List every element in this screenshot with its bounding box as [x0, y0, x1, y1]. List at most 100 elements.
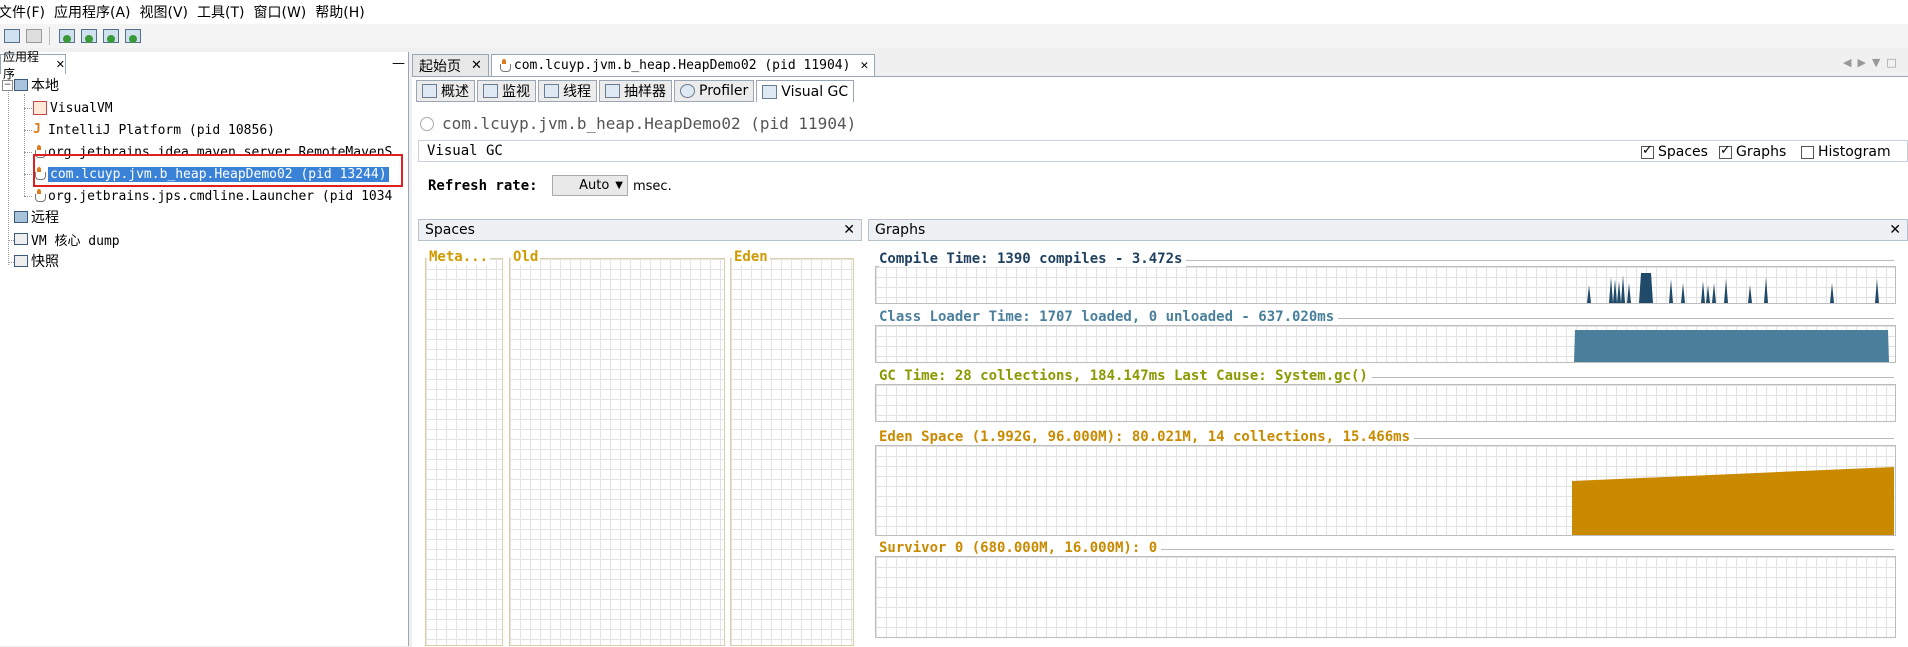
checkbox-box[interactable]: [1801, 145, 1814, 159]
graphs-panel-header: Graphs ✕: [868, 219, 1908, 241]
spaces-panel-header: Spaces ✕: [418, 219, 862, 241]
view-tabs: 概述 监视 线程 抽样器 Profiler Visual GC: [416, 80, 856, 102]
tree-guide: [8, 90, 9, 265]
class-loader-plot: [1574, 330, 1889, 362]
spaces-checkbox[interactable]: Spaces: [1641, 143, 1708, 160]
eden-usage-area: [1572, 467, 1894, 535]
class-loader-graph: [875, 325, 1896, 363]
histogram-checkbox[interactable]: Histogram: [1801, 144, 1891, 160]
refresh-rate-select[interactable]: Auto ▼: [552, 175, 628, 196]
tab-label: 线程: [563, 84, 591, 100]
monitor-icon: [483, 84, 498, 98]
snapshot-icon: [14, 255, 28, 267]
menu-application[interactable]: 应用程序(A): [54, 2, 140, 22]
spaces-panel-title: Spaces: [425, 222, 475, 238]
overview-icon: [422, 84, 437, 98]
close-icon[interactable]: ✕: [471, 58, 482, 73]
tab-monitor[interactable]: 监视: [477, 80, 536, 102]
menu-bar: 文件(F) 应用程序(A) 视图(V) 工具(T) 窗口(W) 帮助(H): [0, 0, 1908, 24]
gc-time-graph: [875, 384, 1896, 422]
menu-help[interactable]: 帮助(H): [315, 2, 373, 22]
tree-node-snapshots[interactable]: 快照: [14, 251, 59, 271]
eden-space-plot: [1572, 467, 1894, 535]
tab-threads[interactable]: 线程: [538, 80, 597, 102]
tab-start-page[interactable]: 起始页 ✕: [412, 54, 489, 76]
chevron-down-icon: ▼: [615, 180, 623, 191]
toolbar: [0, 24, 1908, 48]
graphs-checkbox[interactable]: Graphs: [1719, 143, 1787, 160]
class-loader-area: [1574, 330, 1889, 362]
tree-node-remote[interactable]: 远程: [14, 207, 59, 227]
visualvm-icon: [33, 101, 47, 115]
thread-dump-icon[interactable]: [101, 27, 119, 45]
collapse-local-icon[interactable]: −: [2, 80, 13, 91]
menu-window[interactable]: 窗口(W): [254, 2, 316, 22]
menu-file[interactable]: 文件(F): [0, 2, 54, 22]
core-dump-icon: [14, 233, 28, 245]
process-status-icon: [420, 116, 434, 131]
tab-overview[interactable]: 概述: [416, 80, 475, 102]
tab-sampler[interactable]: 抽样器: [599, 80, 672, 102]
eden-space-graph: [875, 445, 1896, 536]
tree-guide: [24, 94, 25, 196]
space-metaspace: [425, 258, 503, 646]
class-loader-title: Class Loader Time: 1707 loaded, 0 unload…: [879, 309, 1339, 325]
tree-label-selected: com.lcuyp.jvm.b_heap.HeapDemo02 (pid 132…: [48, 166, 389, 182]
compile-spikes: [1587, 273, 1879, 303]
close-icon[interactable]: ✕: [843, 222, 855, 238]
compile-time-title: Compile Time: 1390 compiles - 3.472s: [879, 251, 1187, 267]
tree-node-visualvm[interactable]: VisualVM: [33, 98, 113, 118]
tab-visual-gc[interactable]: Visual GC: [756, 80, 855, 102]
tab-label: Profiler: [699, 83, 749, 99]
tab-label: 抽样器: [624, 84, 666, 100]
process-title: com.lcuyp.jvm.b_heap.HeapDemo02 (pid 119…: [420, 114, 856, 133]
snapshot-icon[interactable]: [123, 27, 141, 45]
tree-node-local[interactable]: 本地: [14, 75, 59, 95]
minimize-icon[interactable]: —: [392, 56, 405, 71]
menu-tools[interactable]: 工具(T): [197, 2, 253, 22]
compile-time-plot: [1587, 273, 1879, 303]
space-label: Meta...: [427, 249, 491, 265]
tab-navigation-icons[interactable]: ◀▶▼□: [1843, 56, 1903, 69]
space-old: [509, 258, 725, 646]
checkbox-box[interactable]: [1641, 143, 1654, 159]
checkbox-label: Spaces: [1658, 144, 1708, 160]
open-snapshot-icon[interactable]: [2, 27, 20, 45]
heap-dump-icon[interactable]: [79, 27, 97, 45]
survivor0-title: Survivor 0 (680.000M, 16.000M): 0: [879, 540, 1162, 556]
tree-node-intellij[interactable]: J IntelliJ Platform (pid 10856): [33, 120, 275, 140]
tab-label: 概述: [441, 84, 469, 100]
close-icon[interactable]: ✕: [56, 58, 65, 71]
sampler-icon: [605, 84, 620, 98]
add-jmx-connection-icon[interactable]: [57, 27, 75, 45]
tab-label: 监视: [502, 84, 530, 100]
visual-gc-icon: [762, 84, 778, 99]
checkbox-box[interactable]: [1719, 143, 1732, 159]
tree-label: VM 核心 dump: [31, 233, 120, 249]
tree-guide: [24, 152, 32, 153]
space-label: Eden: [732, 249, 770, 265]
toolbar-separator: [49, 27, 50, 45]
checkbox-label: Graphs: [1736, 144, 1787, 160]
tree-node-vm-dump[interactable]: VM 核心 dump: [14, 229, 120, 249]
tree-label: IntelliJ Platform (pid 10856): [48, 122, 275, 138]
close-icon[interactable]: ✕: [1889, 222, 1901, 238]
tree-label: 快照: [31, 254, 59, 270]
tab-label: Visual GC: [781, 83, 849, 100]
applications-tab[interactable]: 应用程序 ✕: [0, 50, 66, 81]
tree-label: 本地: [31, 78, 59, 94]
profiler-icon: [680, 84, 695, 98]
menu-view[interactable]: 视图(V): [140, 2, 198, 22]
close-icon[interactable]: ✕: [860, 58, 868, 73]
refresh-rate-unit: msec.: [633, 179, 672, 194]
tree-label: org.jetbrains.jps.cmdline.Launcher (pid …: [48, 188, 393, 204]
document-tabs: 起始页 ✕ com.lcuyp.jvm.b_heap.HeapDemo02 (p…: [412, 54, 877, 76]
tree-node-launcher[interactable]: org.jetbrains.jps.cmdline.Launcher (pid …: [33, 186, 405, 206]
tree-guide: [24, 130, 32, 131]
tab-profiler[interactable]: Profiler: [674, 80, 755, 102]
save-icon[interactable]: [24, 27, 42, 45]
remote-host-icon: [14, 211, 28, 223]
tree-guide: [24, 174, 32, 175]
tab-heapdemo[interactable]: com.lcuyp.jvm.b_heap.HeapDemo02 (pid 119…: [490, 54, 876, 76]
tree-node-heapdemo[interactable]: com.lcuyp.jvm.b_heap.HeapDemo02 (pid 132…: [33, 164, 389, 184]
